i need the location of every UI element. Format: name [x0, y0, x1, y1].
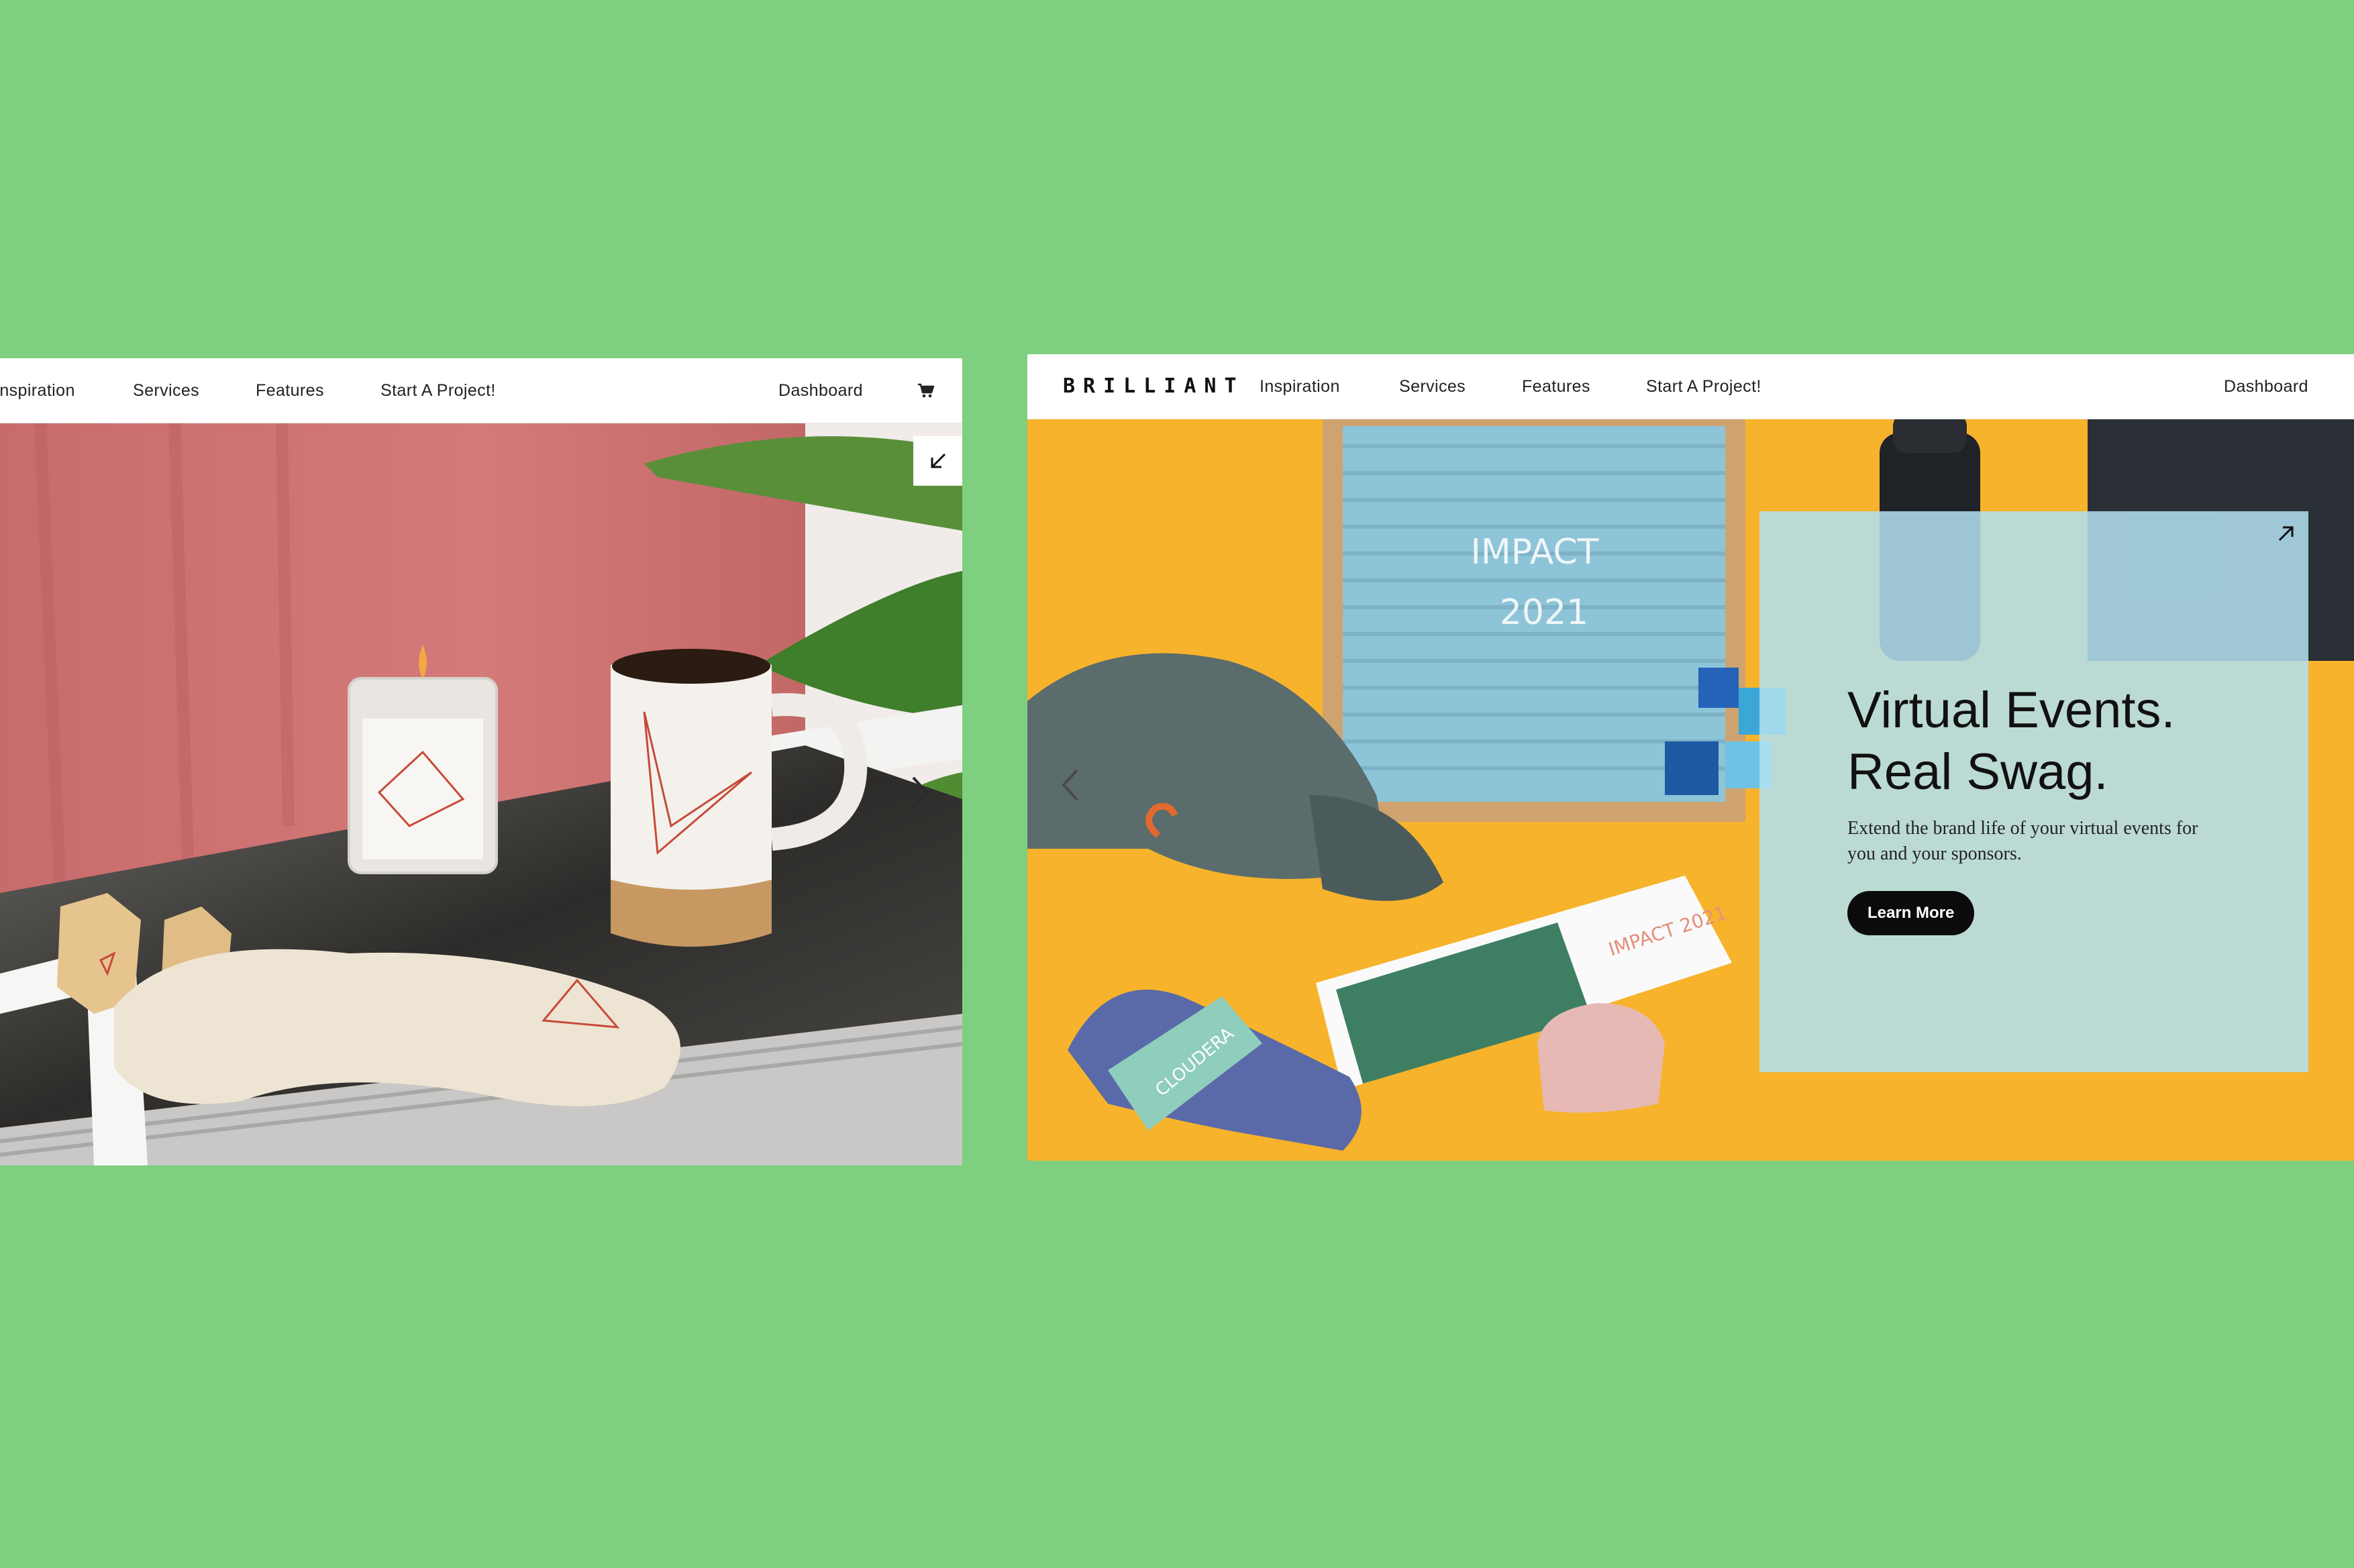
nav-start-project[interactable]: Start A Project!	[380, 358, 496, 423]
hero-description: Extend the brand life of your virtual ev…	[1847, 818, 2198, 864]
learn-more-button[interactable]: Learn More	[1847, 891, 1975, 935]
cart-icon[interactable]	[917, 382, 935, 399]
left-website-screenshot: Inspiration Services Features Start A Pr…	[0, 358, 962, 1165]
nav-services[interactable]: Services	[133, 358, 199, 423]
nav-dashboard[interactable]: Dashboard	[2224, 354, 2308, 419]
chevron-right-icon	[912, 776, 929, 808]
nav-features[interactable]: Features	[256, 358, 324, 423]
hero-photo-bedside	[0, 423, 962, 1165]
svg-text:2021: 2021	[1500, 592, 1588, 633]
hero-overlay-card: Virtual Events. Real Swag. Extend the br…	[1759, 511, 2308, 1072]
nav-dashboard[interactable]: Dashboard	[778, 358, 863, 423]
nav-services[interactable]: Services	[1399, 354, 1466, 419]
nav-features[interactable]: Features	[1522, 354, 1590, 419]
carousel-prev-button[interactable]	[1057, 765, 1084, 805]
top-nav: BRILLIANT Inspiration Services Features …	[1027, 354, 2354, 419]
carousel-next-button[interactable]	[907, 772, 933, 813]
hero-title-line-1: Virtual Events.	[1847, 681, 2176, 739]
arrow-down-left-icon	[931, 453, 946, 468]
hero-title: Virtual Events. Real Swag.	[1847, 680, 2277, 803]
nav-start-project[interactable]: Start A Project!	[1646, 354, 1761, 419]
top-nav: Inspiration Services Features Start A Pr…	[0, 358, 962, 423]
arrow-up-right-icon[interactable]	[2276, 523, 2296, 543]
nav-inspiration[interactable]: Inspiration	[0, 358, 75, 423]
brand-logo[interactable]: BRILLIANT	[1063, 354, 1245, 419]
hero-title-line-2: Real Swag.	[1847, 743, 2108, 800]
collapse-button[interactable]	[913, 436, 962, 486]
nav-inspiration[interactable]: Inspiration	[1260, 354, 1340, 419]
chevron-left-icon	[1062, 769, 1078, 801]
right-website-screenshot: BRILLIANT Inspiration Services Features …	[1027, 354, 2354, 1161]
svg-text:IMPACT: IMPACT	[1471, 532, 1599, 572]
